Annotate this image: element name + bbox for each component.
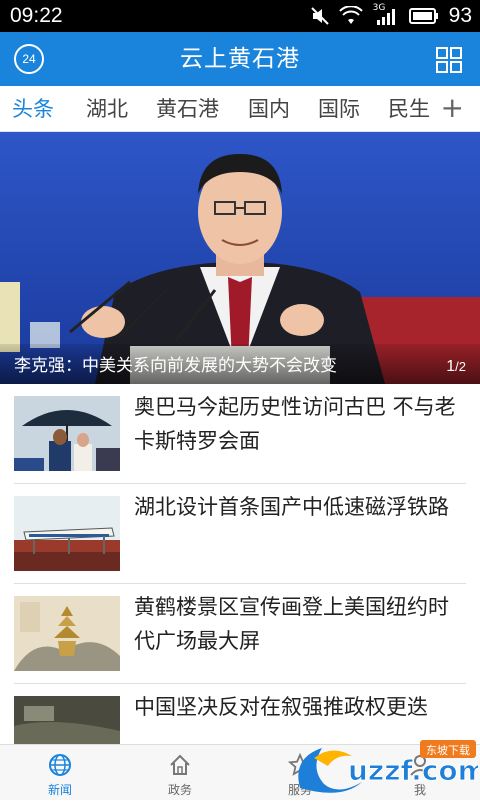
watermark-tag: 东坡下载 bbox=[426, 744, 470, 757]
news-thumbnail bbox=[14, 596, 120, 671]
hero-page-current: 1 bbox=[446, 358, 456, 375]
mute-icon bbox=[310, 7, 329, 25]
news-item[interactable]: 湖北设计首条国产中低速磁浮铁路 bbox=[14, 484, 466, 584]
watermark-text: uzzf.com bbox=[348, 754, 478, 787]
globe-icon bbox=[49, 754, 71, 776]
category-tab-bar: 头条 湖北 黄石港 国内 国际 民生 + bbox=[0, 86, 480, 132]
tab-international[interactable]: 国际 bbox=[318, 86, 360, 132]
news-list: 奥巴马今起历史性访问古巴 不与老卡斯特罗会面 湖北设计首条国产中低速磁浮铁路 黄… bbox=[0, 384, 480, 744]
battery-icon bbox=[408, 8, 438, 24]
hero-banner[interactable]: 李克强：中美关系向前发展的大势不会改变 1/2 bbox=[0, 132, 480, 384]
status-icons: 3G 93 bbox=[310, 3, 472, 28]
hero-caption-bar: 李克强：中美关系向前发展的大势不会改变 1/2 bbox=[0, 344, 480, 384]
tab-headlines[interactable]: 头条 bbox=[12, 86, 54, 132]
news-item[interactable]: 黄鹤楼景区宣传画登上美国纽约时代广场最大屏 bbox=[14, 584, 466, 684]
news-thumbnail bbox=[14, 696, 120, 744]
wifi-icon bbox=[338, 6, 363, 24]
add-tab-button[interactable]: + bbox=[441, 92, 464, 124]
news-title: 湖北设计首条国产中低速磁浮铁路 bbox=[134, 495, 449, 519]
home-icon bbox=[170, 754, 190, 775]
app-bar: 24 云上黄石港 bbox=[0, 32, 480, 86]
status-bar: 09:22 3G 93 bbox=[0, 0, 480, 32]
news-item[interactable]: 奥巴马今起历史性访问古巴 不与老卡斯特罗会面 bbox=[14, 384, 466, 484]
hero-page-total: 2 bbox=[458, 359, 466, 374]
tab-domestic[interactable]: 国内 bbox=[248, 86, 290, 132]
tab-hubei[interactable]: 湖北 bbox=[86, 86, 128, 132]
news-item[interactable]: 中国坚决反对在叙强推政权更迭 bbox=[14, 684, 466, 744]
news-title: 黄鹤楼景区宣传画登上美国纽约时代广场最大屏 bbox=[134, 595, 449, 653]
news-thumbnail bbox=[14, 496, 120, 571]
battery-percent: 93 bbox=[448, 4, 472, 27]
signal-icon: 3G bbox=[373, 3, 399, 26]
nav-label: 新闻 bbox=[47, 783, 72, 797]
tab-huangshigang[interactable]: 黄石港 bbox=[156, 86, 219, 132]
hero-caption: 李克强：中美关系向前发展的大势不会改变 bbox=[14, 356, 337, 376]
hero-pager: 1/2 bbox=[446, 358, 466, 375]
nav-label: 政务 bbox=[167, 783, 192, 797]
app-title: 云上黄石港 bbox=[180, 46, 300, 72]
news-thumbnail bbox=[14, 396, 120, 471]
news-title: 中国坚决反对在叙强推政权更迭 bbox=[134, 695, 428, 719]
news-title: 奥巴马今起历史性访问古巴 不与老卡斯特罗会面 bbox=[134, 395, 456, 453]
nav-news[interactable]: 新闻 bbox=[0, 745, 120, 801]
tab-livelihood[interactable]: 民生 bbox=[388, 86, 430, 132]
status-time: 09:22 bbox=[10, 4, 63, 27]
nav-government[interactable]: 政务 bbox=[120, 745, 240, 801]
grid-menu-icon[interactable] bbox=[436, 47, 462, 73]
watermark-logo: uzzf.com 东坡下载 bbox=[298, 740, 478, 793]
